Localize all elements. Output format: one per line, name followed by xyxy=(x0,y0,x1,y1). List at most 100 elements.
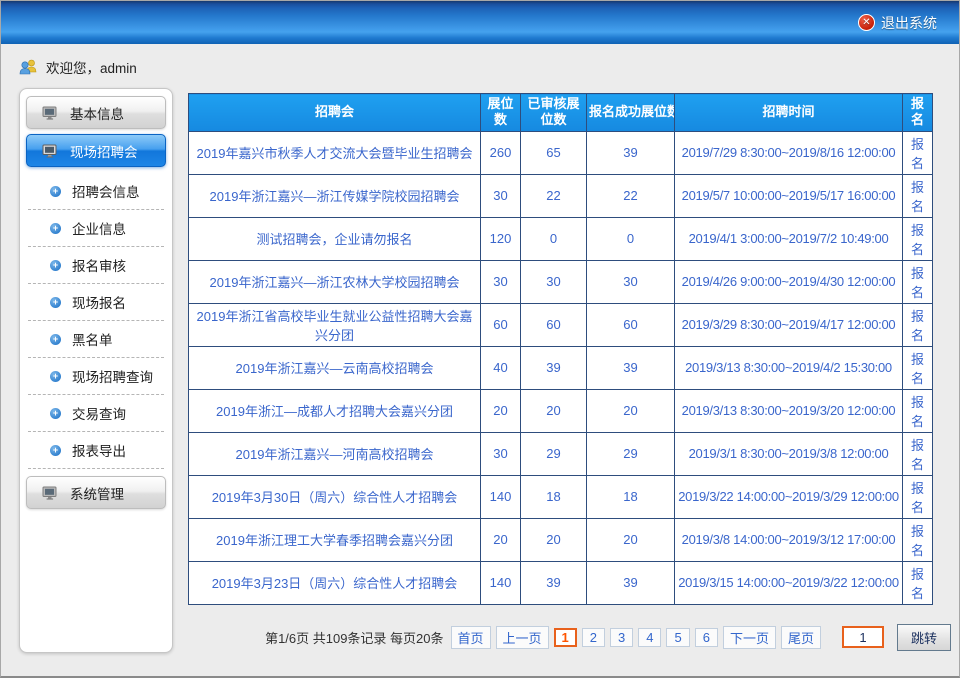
sidebar-item-onsite-job-fair[interactable]: 现场招聘会 xyxy=(26,134,166,167)
col-header-booths: 展位数 xyxy=(481,94,521,132)
recruit-time: 2019/4/26 9:00:00~2019/4/30 12:00:00 xyxy=(675,260,903,303)
sidebar-item-transaction-query[interactable]: + 交易查询 xyxy=(28,395,164,432)
approved-count: 22 xyxy=(521,174,587,217)
register-link[interactable]: 报名 xyxy=(903,561,933,604)
recruit-time: 2019/3/22 14:00:00~2019/3/29 12:00:00 xyxy=(675,475,903,518)
page-number-4[interactable]: 4 xyxy=(638,628,661,647)
submenu-label: 招聘会信息 xyxy=(72,181,140,201)
page-number-1[interactable]: 1 xyxy=(554,628,577,647)
booth-count: 120 xyxy=(481,217,521,260)
content-area: 基本信息 现场招聘会 + 招聘会信息 + 企业信息 + 报名审核 xyxy=(1,77,959,653)
main-panel: 招聘会 展位数 已审核展位数 报名成功展位数 招聘时间 报名 2019年嘉兴市秋… xyxy=(188,88,951,651)
logout-label: 退出系统 xyxy=(881,13,937,33)
submenu-label: 交易查询 xyxy=(72,403,126,423)
table-row: 2019年浙江省高校毕业生就业公益性招聘大会嘉兴分团 60 60 60 2019… xyxy=(189,303,933,346)
approved-count: 60 xyxy=(521,303,587,346)
table-header-row: 招聘会 展位数 已审核展位数 报名成功展位数 招聘时间 报名 xyxy=(189,94,933,132)
register-link[interactable]: 报名 xyxy=(903,518,933,561)
recruit-time: 2019/3/15 14:00:00~2019/3/22 12:00:00 xyxy=(675,561,903,604)
fair-name: 2019年浙江嘉兴—浙江农林大学校园招聘会 xyxy=(189,260,481,303)
registered-count: 39 xyxy=(587,561,675,604)
booth-count: 260 xyxy=(481,131,521,174)
sidebar-item-blacklist[interactable]: + 黑名单 xyxy=(28,321,164,358)
sidebar-item-company-info[interactable]: + 企业信息 xyxy=(28,210,164,247)
register-link[interactable]: 报名 xyxy=(903,346,933,389)
booth-count: 40 xyxy=(481,346,521,389)
plus-icon: + xyxy=(50,445,61,456)
users-icon xyxy=(19,59,39,75)
page-number-5[interactable]: 5 xyxy=(666,628,689,647)
registered-count: 39 xyxy=(587,131,675,174)
col-header-job-fair: 招聘会 xyxy=(189,94,481,132)
page-number-3[interactable]: 3 xyxy=(610,628,633,647)
recruit-time: 2019/7/29 8:30:00~2019/8/16 12:00:00 xyxy=(675,131,903,174)
table-row: 2019年3月23日（周六）综合性人才招聘会 140 39 39 2019/3/… xyxy=(189,561,933,604)
approved-count: 29 xyxy=(521,432,587,475)
table-row: 2019年浙江嘉兴—浙江传媒学院校园招聘会 30 22 22 2019/5/7 … xyxy=(189,174,933,217)
table-row: 2019年浙江理工大学春季招聘会嘉兴分团 20 20 20 2019/3/8 1… xyxy=(189,518,933,561)
booth-count: 140 xyxy=(481,475,521,518)
plus-icon: + xyxy=(50,186,61,197)
approved-count: 20 xyxy=(521,389,587,432)
approved-count: 39 xyxy=(521,346,587,389)
plus-icon: + xyxy=(50,223,61,234)
booth-count: 20 xyxy=(481,518,521,561)
fair-name: 2019年浙江—成都人才招聘大会嘉兴分团 xyxy=(189,389,481,432)
recruit-time: 2019/4/1 3:00:00~2019/7/2 10:49:00 xyxy=(675,217,903,260)
registered-count: 39 xyxy=(587,346,675,389)
fair-name: 2019年3月30日（周六）综合性人才招聘会 xyxy=(189,475,481,518)
register-link[interactable]: 报名 xyxy=(903,174,933,217)
page-number-2[interactable]: 2 xyxy=(582,628,605,647)
sidebar-submenu: + 招聘会信息 + 企业信息 + 报名审核 + 现场报名 + 黑名单 + 现场招… xyxy=(26,167,166,473)
monitor-icon xyxy=(42,144,59,158)
jump-page-input[interactable] xyxy=(842,626,884,648)
jump-button[interactable]: 跳转 xyxy=(897,624,951,651)
first-page-button[interactable]: 首页 xyxy=(451,626,491,649)
registered-count: 29 xyxy=(587,432,675,475)
fair-name: 2019年浙江嘉兴—浙江传媒学院校园招聘会 xyxy=(189,174,481,217)
next-page-button[interactable]: 下一页 xyxy=(723,626,776,649)
booth-count: 140 xyxy=(481,561,521,604)
table-row: 2019年浙江嘉兴—河南高校招聘会 30 29 29 2019/3/1 8:30… xyxy=(189,432,933,475)
approved-count: 65 xyxy=(521,131,587,174)
register-link[interactable]: 报名 xyxy=(903,260,933,303)
booth-count: 30 xyxy=(481,432,521,475)
sidebar-item-onsite-recruit-query[interactable]: + 现场招聘查询 xyxy=(28,358,164,395)
sidebar: 基本信息 现场招聘会 + 招聘会信息 + 企业信息 + 报名审核 xyxy=(19,88,173,653)
register-link[interactable]: 报名 xyxy=(903,432,933,475)
last-page-button[interactable]: 尾页 xyxy=(781,626,821,649)
table-row: 2019年浙江嘉兴—云南高校招聘会 40 39 39 2019/3/13 8:3… xyxy=(189,346,933,389)
recruit-time: 2019/3/8 14:00:00~2019/3/12 17:00:00 xyxy=(675,518,903,561)
sidebar-item-basic-info[interactable]: 基本信息 xyxy=(26,96,166,129)
col-header-register: 报名 xyxy=(903,94,933,132)
register-link[interactable]: 报名 xyxy=(903,303,933,346)
welcome-bar: 欢迎您，admin xyxy=(1,44,959,77)
recruit-time: 2019/3/1 8:30:00~2019/3/8 12:00:00 xyxy=(675,432,903,475)
prev-page-button[interactable]: 上一页 xyxy=(496,626,549,649)
register-link[interactable]: 报名 xyxy=(903,217,933,260)
register-link[interactable]: 报名 xyxy=(903,475,933,518)
register-link[interactable]: 报名 xyxy=(903,389,933,432)
col-header-recruit-time: 招聘时间 xyxy=(675,94,903,132)
sidebar-item-onsite-registration[interactable]: + 现场报名 xyxy=(28,284,164,321)
recruit-time: 2019/3/29 8:30:00~2019/4/17 12:00:00 xyxy=(675,303,903,346)
monitor-icon xyxy=(42,106,59,120)
registered-count: 22 xyxy=(587,174,675,217)
page-number-6[interactable]: 6 xyxy=(695,628,718,647)
pagination-bar: 第1/6页 共109条记录 每页20条 首页 上一页 1 2 3 4 5 6 下… xyxy=(188,624,951,651)
approved-count: 18 xyxy=(521,475,587,518)
welcome-text: 欢迎您，admin xyxy=(46,57,137,77)
fair-name: 2019年浙江理工大学春季招聘会嘉兴分团 xyxy=(189,518,481,561)
sidebar-item-report-export[interactable]: + 报表导出 xyxy=(28,432,164,469)
plus-icon: + xyxy=(50,371,61,382)
logout-button[interactable]: ✕ 退出系统 xyxy=(858,13,937,33)
table-row: 2019年浙江—成都人才招聘大会嘉兴分团 20 20 20 2019/3/13 … xyxy=(189,389,933,432)
sidebar-item-registration-review[interactable]: + 报名审核 xyxy=(28,247,164,284)
register-link[interactable]: 报名 xyxy=(903,131,933,174)
submenu-label: 报表导出 xyxy=(72,440,126,460)
sidebar-item-system-management[interactable]: 系统管理 xyxy=(26,476,166,509)
approved-count: 39 xyxy=(521,561,587,604)
sidebar-item-job-fair-info[interactable]: + 招聘会信息 xyxy=(28,173,164,210)
table-row: 2019年3月30日（周六）综合性人才招聘会 140 18 18 2019/3/… xyxy=(189,475,933,518)
registered-count: 20 xyxy=(587,389,675,432)
